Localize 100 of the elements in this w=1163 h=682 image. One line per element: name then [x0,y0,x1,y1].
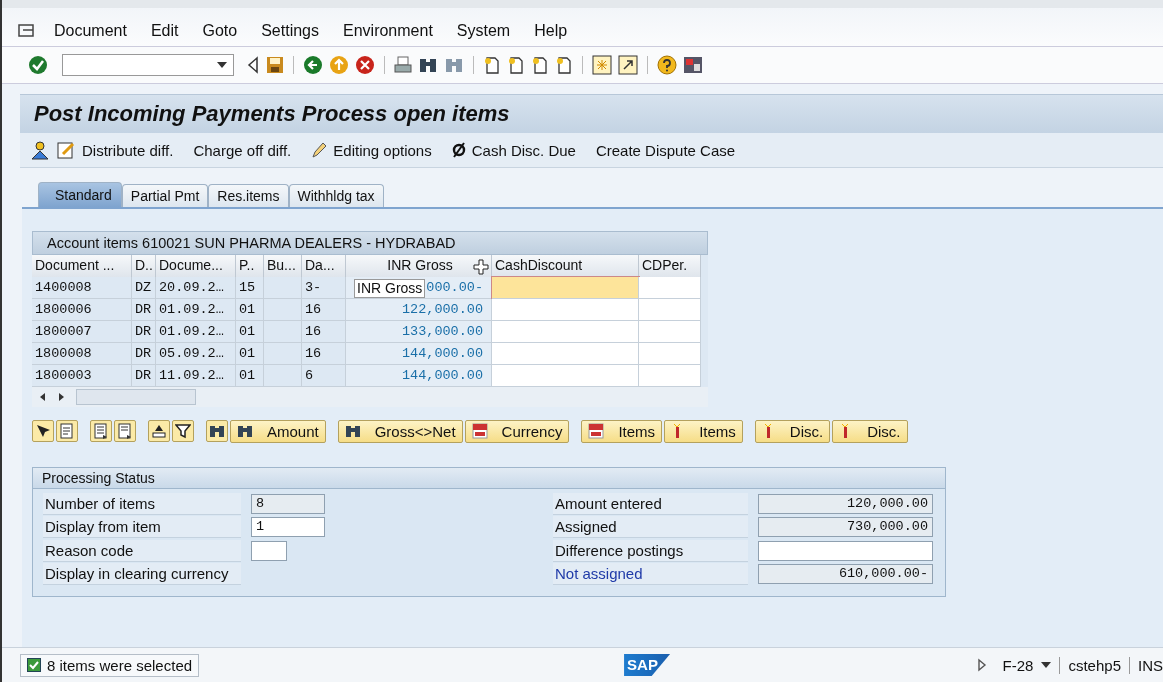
toolbar-button[interactable]: Cash Disc. Due [471,141,576,159]
column-header[interactable]: P.. [236,255,264,277]
table-cell: 1800008 [32,343,132,365]
tab[interactable]: Withhldg tax [288,184,384,207]
toolbar-button[interactable]: Create Dispute Case [595,141,736,159]
table-cell[interactable] [639,321,701,343]
scroll-left-icon[interactable] [38,392,48,402]
field-label: Display from item [43,516,241,539]
column-header[interactable]: D.. [132,255,156,277]
tab[interactable]: Standard [38,182,122,207]
edit-icon[interactable] [56,140,76,160]
table-cell[interactable] [492,365,639,387]
table-cell[interactable] [639,365,701,387]
save-icon[interactable] [266,56,284,74]
table-cell: 1400008 [32,277,132,299]
menu-item[interactable]: Goto [202,22,238,40]
table-cell: 01 [236,365,264,387]
table-cell[interactable] [492,343,639,365]
table-cell: DR [132,299,156,321]
table-cell: DR [132,321,156,343]
field-label: Number of items [43,492,241,515]
window-icon[interactable] [592,55,612,75]
table-cell [264,277,302,299]
page-icon[interactable] [555,56,573,74]
find-next-icon[interactable] [444,56,464,74]
column-header[interactable]: Document ... [32,255,132,277]
menu-item[interactable]: Edit [150,22,179,40]
page-icon[interactable] [483,56,501,74]
slashed-circle-icon[interactable] [451,142,466,158]
find-icon[interactable] [206,420,228,442]
menu-item[interactable]: Help [534,22,568,40]
list-icon[interactable] [90,420,112,442]
input-field: 610,000.00- [757,564,933,585]
dropdown-icon[interactable] [217,62,227,68]
cancel-icon[interactable] [355,55,375,75]
layout-icon[interactable] [683,55,703,75]
table-button[interactable]: Amount [230,419,326,443]
tab[interactable]: Res.items [208,184,289,207]
back-triangle-icon[interactable] [246,56,260,74]
input-field[interactable] [251,540,287,561]
selected-cell[interactable] [492,277,639,299]
table-cell: 01 [236,343,264,365]
table-cell: 16 [302,299,346,321]
menu-item[interactable]: Settings [261,22,319,40]
table-button[interactable]: Gross<>Net [337,419,463,443]
tab[interactable]: Partial Pmt [121,184,209,207]
table-button[interactable]: Disc. [754,419,831,443]
menu-item[interactable]: Document [54,22,127,40]
command-field[interactable] [62,54,234,76]
table-cell: 20.09.2… [156,277,236,299]
help-icon[interactable] [657,55,677,75]
back-icon[interactable] [303,55,323,75]
table-button[interactable]: Items [664,419,743,443]
scroll-right-icon[interactable] [56,392,66,402]
input-field[interactable]: 1 [251,517,325,538]
table-cell: 144,000.00 [346,343,492,365]
table-cell: 6 [302,365,346,387]
table-cell [264,321,302,343]
screen-title: Post Incoming Payments Process open items [34,101,510,127]
table-button[interactable]: Currency [464,419,570,443]
menu-icon[interactable] [18,23,36,39]
pencil-icon[interactable] [311,141,328,159]
table-button[interactable]: Disc. [832,419,908,443]
column-header[interactable]: Bu... [264,255,302,277]
table-cell[interactable] [639,343,701,365]
toolbar-button[interactable]: Charge off diff. [193,141,292,159]
column-header[interactable]: INR Gross [346,255,492,277]
toolbar-button[interactable]: Distribute diff. [82,141,174,159]
table-cell[interactable] [639,277,701,299]
scrollbar-thumb[interactable] [76,389,196,405]
sort-icon[interactable] [148,420,170,442]
table-cell[interactable] [492,321,639,343]
table-cell: 1800003 [32,365,132,387]
column-header[interactable]: Da... [302,255,346,277]
input-field[interactable] [757,540,933,561]
column-header[interactable]: Docume... [156,255,236,277]
table-cell[interactable] [492,299,639,321]
table-cell: 01.09.2… [156,299,236,321]
list-icon[interactable] [114,420,136,442]
table-cell[interactable] [639,299,701,321]
menu-item[interactable]: System [456,22,511,40]
expand-icon[interactable] [976,658,987,672]
link[interactable]: Not assigned [553,563,748,586]
person-icon[interactable] [30,140,50,160]
menu-item[interactable]: Environment [343,22,433,40]
page-icon[interactable] [507,56,525,74]
page-icon[interactable] [531,56,549,74]
table-button[interactable]: Items [581,419,663,443]
table-cell: 16 [302,321,346,343]
select-icon[interactable] [32,420,54,442]
column-header[interactable]: CashDiscount [492,255,639,277]
transaction-code[interactable]: F-28 [994,656,1034,674]
print-icon[interactable] [394,56,412,74]
find-icon[interactable] [418,56,438,74]
dropdown-icon[interactable] [1041,662,1052,668]
toolbar-button[interactable]: Editing options [333,141,432,159]
column-header[interactable]: CDPer. [639,255,701,277]
enter-icon[interactable] [28,55,48,75]
filter-icon[interactable] [172,420,194,442]
shortcut-icon[interactable] [618,55,638,75]
